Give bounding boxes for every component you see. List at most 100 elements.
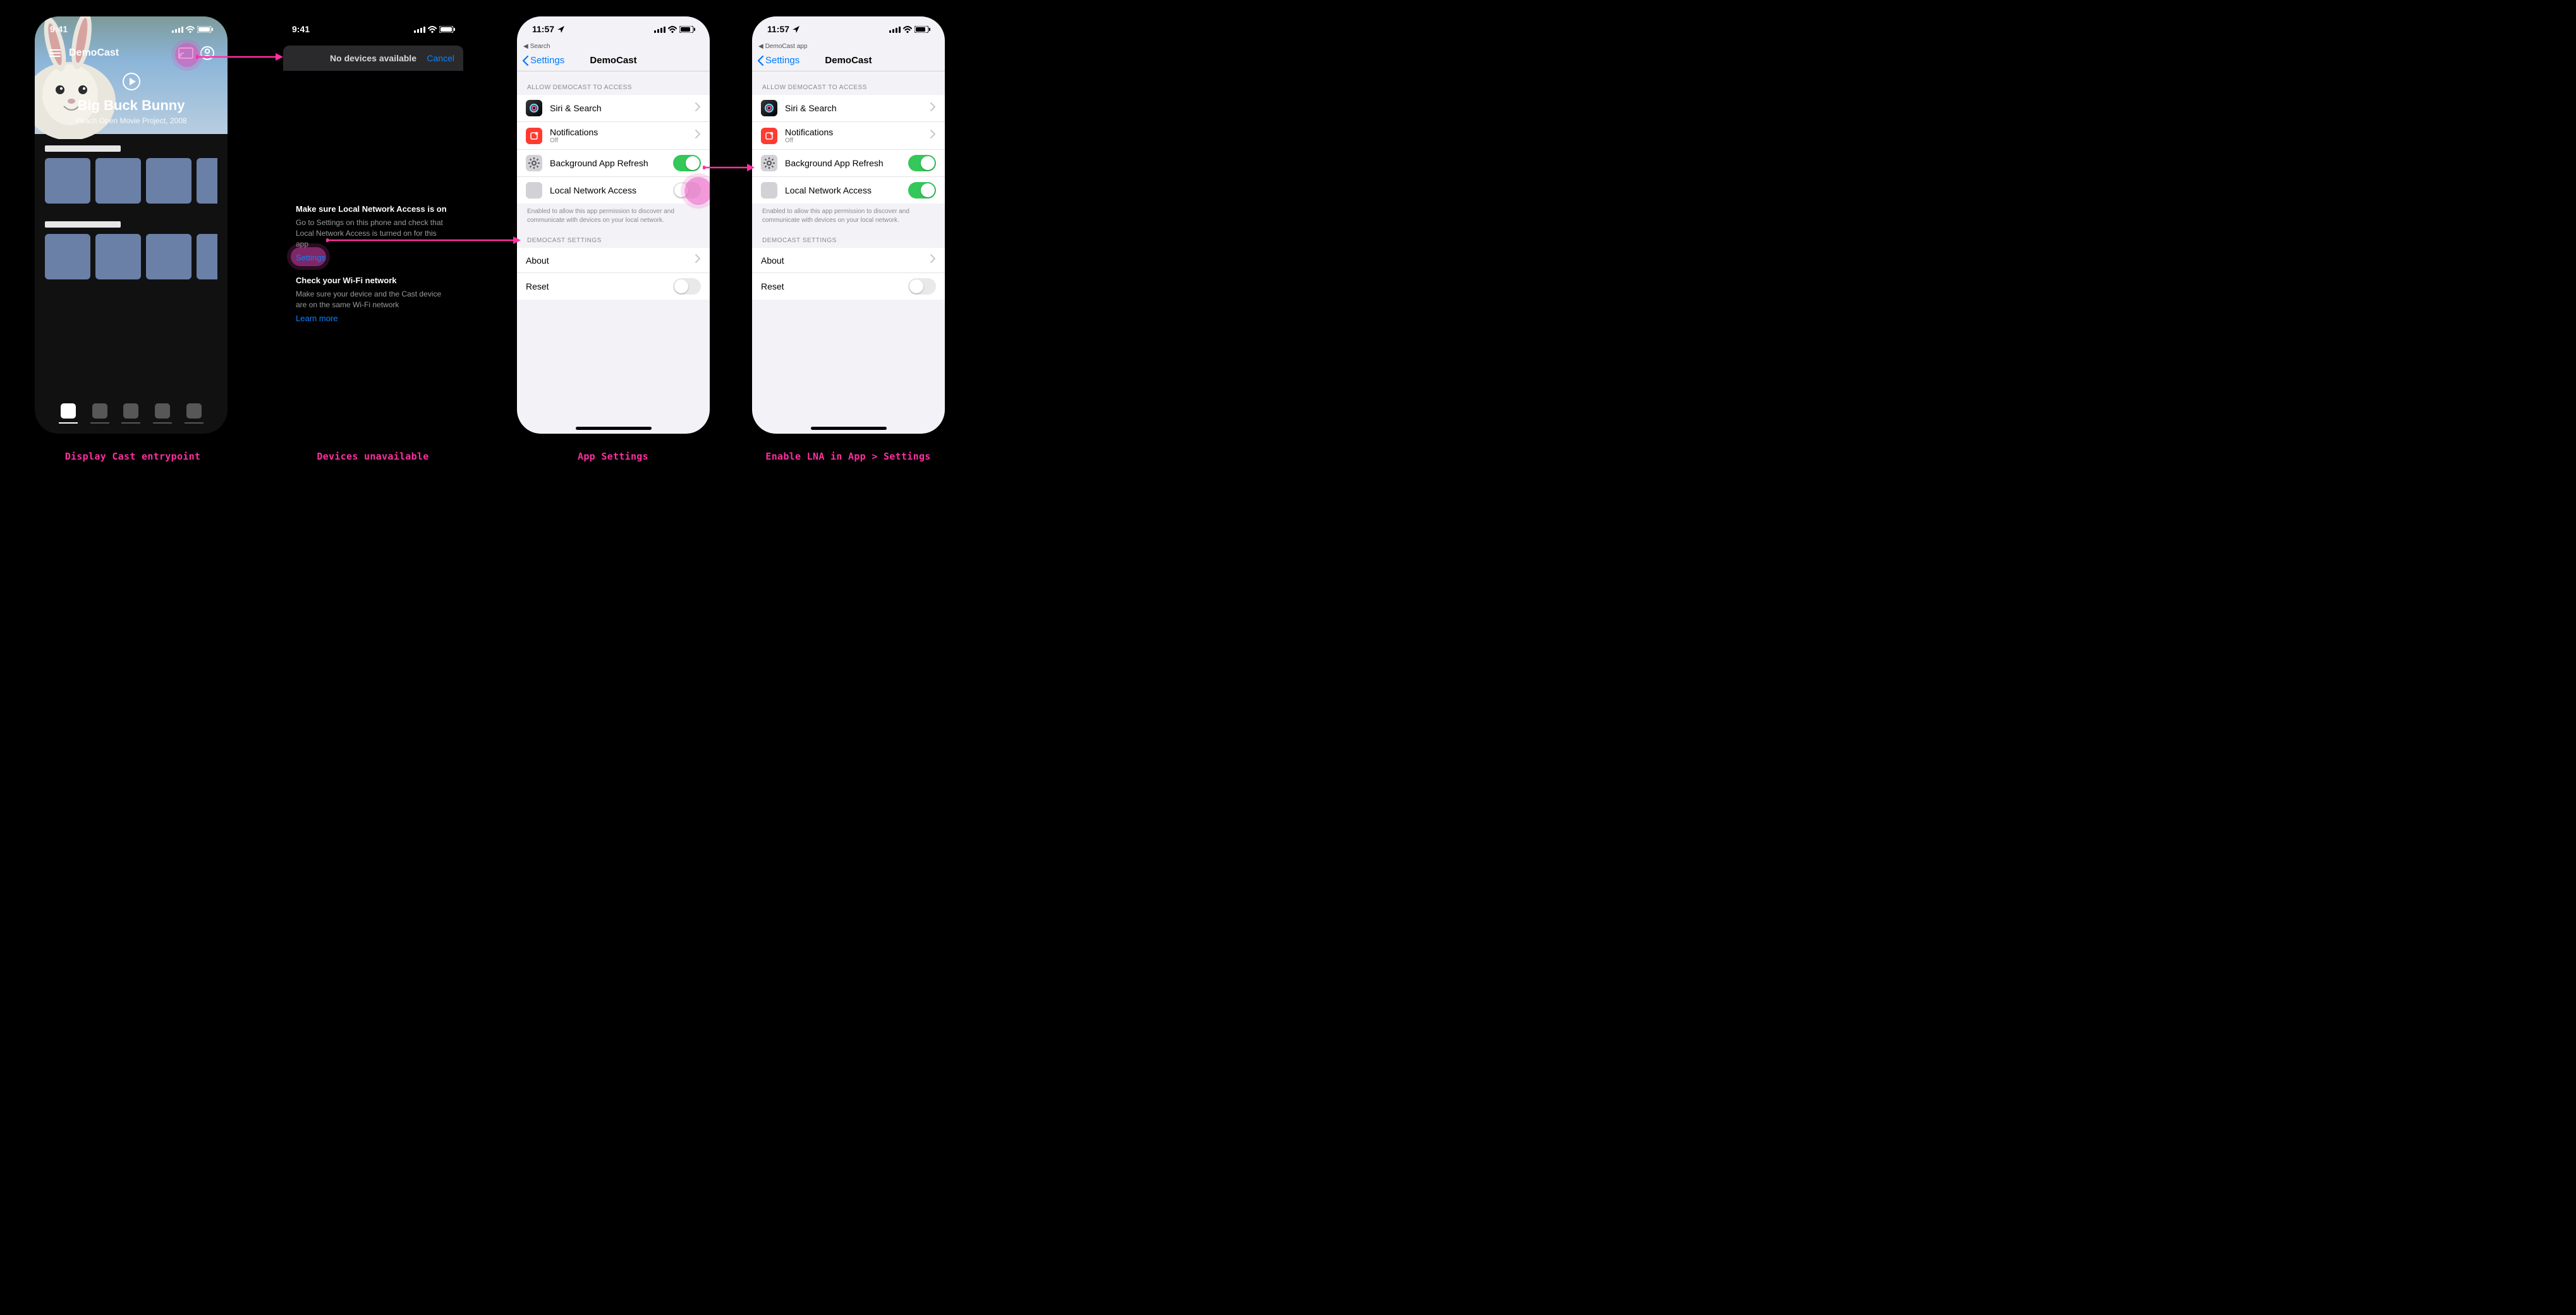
thumbnail[interactable] bbox=[45, 158, 90, 204]
help-content: Make sure Local Network Access is on Go … bbox=[277, 204, 470, 324]
allow-access-group: Siri & Search NotificationsOff Backgroun… bbox=[517, 95, 710, 204]
tab-item[interactable] bbox=[61, 403, 76, 419]
caption-c: App Settings bbox=[506, 451, 720, 462]
row-siri[interactable]: Siri & Search bbox=[752, 95, 945, 122]
allow-access-group: Siri & Search NotificationsOff Backgroun… bbox=[752, 95, 945, 204]
back-button[interactable]: Settings bbox=[757, 55, 799, 66]
row-bg-refresh: Background App Refresh bbox=[517, 150, 710, 177]
profile-button[interactable] bbox=[197, 43, 217, 63]
shelf-label-placeholder bbox=[45, 221, 121, 228]
section-app-header: DemoCast Settings bbox=[752, 224, 945, 248]
home-indicator bbox=[576, 427, 652, 430]
row-notifications[interactable]: NotificationsOff bbox=[517, 122, 710, 150]
tab-item[interactable] bbox=[123, 403, 138, 419]
nav-title: DemoCast bbox=[825, 55, 872, 66]
tab-item[interactable] bbox=[92, 403, 107, 419]
row-bg-refresh: Background App Refresh bbox=[752, 150, 945, 177]
chevron-right-icon bbox=[695, 102, 701, 115]
breadcrumb-back[interactable]: ◀Search bbox=[517, 42, 710, 50]
thumbnail[interactable] bbox=[95, 158, 141, 204]
lna-icon bbox=[761, 182, 777, 199]
breadcrumb-back[interactable]: ◀DemoCast app bbox=[752, 42, 945, 50]
signal-icon bbox=[172, 26, 183, 33]
thumbnail[interactable] bbox=[45, 234, 90, 279]
thumbnail[interactable] bbox=[146, 158, 191, 204]
thumbnail[interactable] bbox=[95, 234, 141, 279]
tab-item[interactable] bbox=[186, 403, 202, 419]
app-settings-group: About Reset bbox=[517, 248, 710, 300]
status-time: 11:57 bbox=[532, 24, 554, 34]
status-bar: 9:41 bbox=[35, 16, 228, 42]
cancel-button[interactable]: Cancel bbox=[427, 53, 454, 63]
content-shelf-2 bbox=[35, 221, 228, 279]
notifications-icon bbox=[761, 128, 777, 144]
siri-icon bbox=[761, 100, 777, 116]
cast-button[interactable] bbox=[176, 43, 196, 63]
status-bar: 11:57 bbox=[517, 16, 710, 42]
phone-app-settings-on: 11:57 ◀DemoCast app Settings DemoCast Al… bbox=[752, 16, 945, 434]
caption-b: Devices unavailable bbox=[265, 451, 480, 462]
tab-item[interactable] bbox=[155, 403, 170, 419]
nav-header: Settings DemoCast bbox=[517, 50, 710, 71]
lna-toggle[interactable] bbox=[673, 182, 701, 199]
home-indicator bbox=[811, 427, 887, 430]
help-wifi-title: Check your Wi-Fi network bbox=[296, 275, 451, 286]
reset-toggle[interactable] bbox=[673, 278, 701, 295]
row-about[interactable]: About bbox=[517, 248, 710, 273]
menu-button[interactable] bbox=[45, 43, 65, 63]
flow-arrow-3 bbox=[703, 161, 756, 174]
chevron-right-icon bbox=[930, 254, 936, 267]
shelf-label-placeholder bbox=[45, 145, 121, 152]
section-app-header: DemoCast Settings bbox=[517, 224, 710, 248]
battery-icon bbox=[197, 26, 214, 33]
row-lna: Local Network Access bbox=[752, 177, 945, 204]
battery-icon bbox=[914, 26, 931, 33]
row-reset: Reset bbox=[517, 273, 710, 300]
lna-icon bbox=[526, 182, 542, 199]
signal-icon bbox=[414, 26, 425, 33]
help-lna-title: Make sure Local Network Access is on bbox=[296, 204, 451, 215]
thumbnail[interactable] bbox=[197, 158, 217, 204]
caption-a: Display Cast entrypoint bbox=[25, 451, 240, 462]
lna-footer-note: Enabled to allow this app permission to … bbox=[752, 204, 945, 224]
siri-icon bbox=[526, 100, 542, 116]
play-button[interactable] bbox=[123, 73, 140, 94]
row-about[interactable]: About bbox=[752, 248, 945, 273]
back-button[interactable]: Settings bbox=[522, 55, 564, 66]
battery-icon bbox=[679, 26, 696, 33]
location-icon bbox=[557, 25, 564, 33]
lna-toggle[interactable] bbox=[908, 182, 936, 199]
wifi-icon bbox=[903, 26, 912, 33]
status-bar: 11:57 bbox=[752, 16, 945, 42]
phone-display-cast: Big Buck Bunny Peach Open Movie Project,… bbox=[35, 16, 228, 434]
gear-icon bbox=[526, 155, 542, 171]
chevron-right-icon bbox=[930, 129, 936, 142]
help-wifi-body: Make sure your device and the Cast devic… bbox=[296, 289, 451, 310]
row-siri[interactable]: Siri & Search bbox=[517, 95, 710, 122]
location-icon bbox=[792, 25, 799, 33]
phone-app-settings-off: 11:57 ◀Search Settings DemoCast Allow De… bbox=[517, 16, 710, 434]
row-notifications[interactable]: NotificationsOff bbox=[752, 122, 945, 150]
battery-icon bbox=[439, 26, 456, 33]
section-allow-header: Allow DemoCast to Access bbox=[517, 71, 710, 95]
app-title: DemoCast bbox=[69, 47, 119, 59]
chevron-right-icon bbox=[695, 254, 701, 267]
thumbnail[interactable] bbox=[197, 234, 217, 279]
bg-refresh-toggle[interactable] bbox=[673, 155, 701, 171]
learn-more-link[interactable]: Learn more bbox=[296, 314, 337, 323]
notifications-icon bbox=[526, 128, 542, 144]
status-time: 11:57 bbox=[767, 24, 789, 34]
settings-link[interactable]: Settings bbox=[296, 253, 325, 262]
lna-footer-note: Enabled to allow this app permission to … bbox=[517, 204, 710, 224]
wifi-icon bbox=[186, 26, 195, 33]
chevron-right-icon bbox=[695, 129, 701, 142]
signal-icon bbox=[889, 26, 901, 33]
sheet-title: No devices available bbox=[330, 53, 416, 63]
reset-toggle[interactable] bbox=[908, 278, 936, 295]
wifi-icon bbox=[668, 26, 677, 33]
thumbnail[interactable] bbox=[146, 234, 191, 279]
phone-devices-unavailable: 9:41 No devices available Cancel Make su… bbox=[277, 16, 470, 434]
wifi-icon bbox=[428, 26, 437, 33]
bg-refresh-toggle[interactable] bbox=[908, 155, 936, 171]
status-bar: 9:41 bbox=[277, 16, 470, 42]
